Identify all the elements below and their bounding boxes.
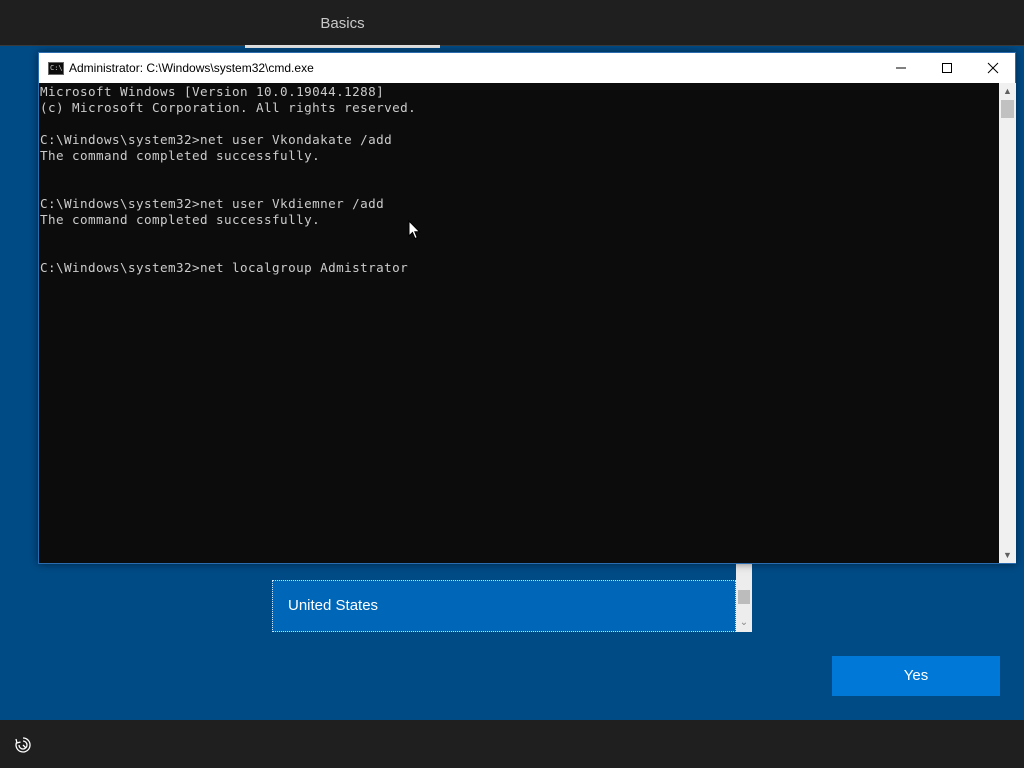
close-icon xyxy=(987,62,999,74)
region-list-scrollbar[interactable]: ⌄ xyxy=(736,563,752,632)
tab-active-indicator xyxy=(245,45,440,48)
cmd-window-title: Administrator: C:\Windows\system32\cmd.e… xyxy=(69,61,314,75)
console-input-line[interactable]: C:\Windows\system32>net localgroup Admis… xyxy=(40,260,999,276)
yes-button[interactable]: Yes xyxy=(832,656,1000,696)
console-line: The command completed successfully. xyxy=(40,212,321,227)
scroll-down-arrow-icon[interactable]: ▼ xyxy=(999,547,1016,563)
cmd-icon: C:\ xyxy=(48,62,64,75)
console-line: The command completed successfully. xyxy=(40,148,321,163)
mouse-pointer-icon xyxy=(408,219,421,245)
console-line: C:\Windows\system32>net user Vkdiemner /… xyxy=(40,196,385,211)
console-scrollbar[interactable]: ▲ ▼ xyxy=(999,83,1016,563)
minimize-button[interactable] xyxy=(878,53,924,83)
close-button[interactable] xyxy=(970,53,1016,83)
maximize-icon xyxy=(942,63,952,73)
console-output[interactable]: Microsoft Windows [Version 10.0.19044.12… xyxy=(39,83,999,563)
tab-basics[interactable]: Basics xyxy=(245,0,440,48)
oobe-footer xyxy=(0,720,1024,768)
console-line: Microsoft Windows [Version 10.0.19044.12… xyxy=(40,84,385,99)
region-list-item-selected[interactable]: United States xyxy=(272,580,736,632)
console-line: (c) Microsoft Corporation. All rights re… xyxy=(40,100,417,115)
accessibility-icon[interactable] xyxy=(13,735,33,755)
header-divider xyxy=(0,45,1024,46)
scroll-up-arrow-icon[interactable]: ▲ xyxy=(999,83,1016,99)
maximize-button[interactable] xyxy=(924,53,970,83)
console-line: C:\Windows\system32>net user Vkondakate … xyxy=(40,132,393,147)
scroll-down-arrow-icon[interactable]: ⌄ xyxy=(736,616,752,630)
minimize-icon xyxy=(896,67,906,69)
region-list[interactable]: United States ⌄ xyxy=(272,563,752,632)
region-list-scroll-thumb[interactable] xyxy=(738,590,750,604)
cmd-window[interactable]: C:\ Administrator: C:\Windows\system32\c… xyxy=(38,52,1016,564)
console-scroll-thumb[interactable] xyxy=(1001,100,1014,118)
oobe-header: Basics xyxy=(0,0,1024,48)
cmd-title-bar[interactable]: C:\ Administrator: C:\Windows\system32\c… xyxy=(39,53,1015,83)
